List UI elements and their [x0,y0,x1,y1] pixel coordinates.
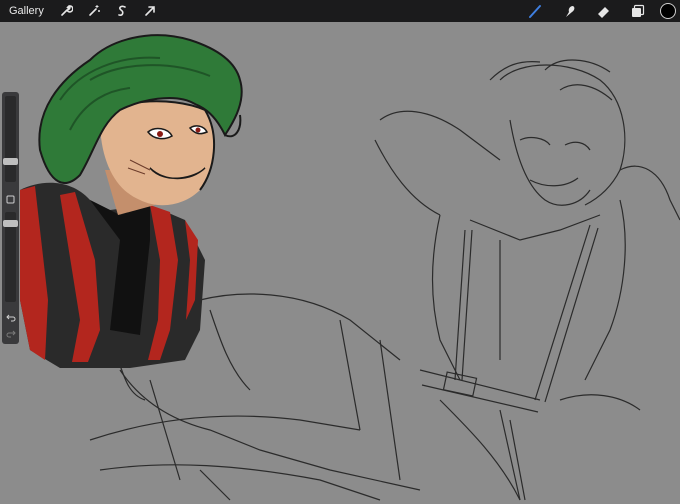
magic-wand-icon[interactable] [84,1,104,21]
wrench-icon[interactable] [56,1,76,21]
color-picker-button[interactable] [660,3,676,19]
right-tools [512,0,680,22]
eraser-icon[interactable] [592,0,614,22]
selection-s-icon[interactable] [112,1,132,21]
smudge-icon[interactable] [558,0,580,22]
brush-icon[interactable] [524,0,546,22]
layers-icon[interactable] [626,0,648,22]
colored-character [20,34,243,368]
drawing-canvas[interactable] [0,22,680,504]
top-toolbar: Gallery [0,0,680,22]
gallery-button[interactable]: Gallery [9,5,44,17]
arrow-transform-icon[interactable] [140,1,160,21]
